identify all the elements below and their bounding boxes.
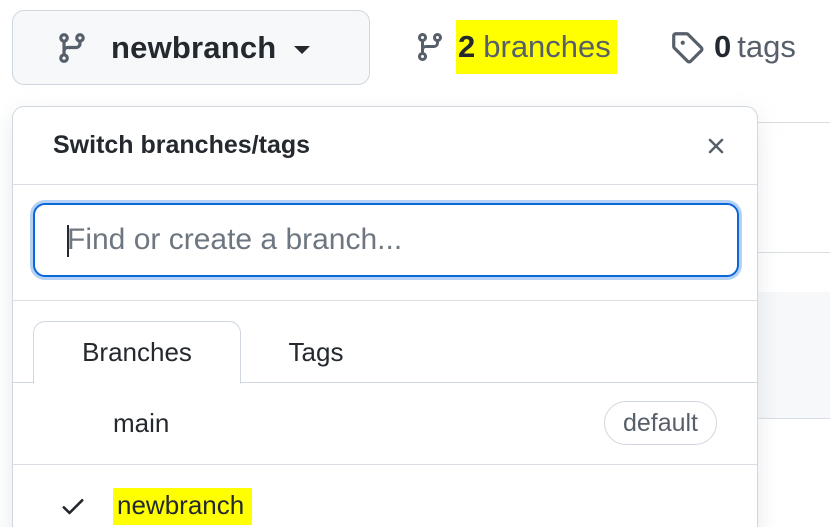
tags-count: 0 <box>714 29 732 64</box>
branch-name: main <box>113 408 170 438</box>
branch-item-main[interactable]: main default <box>13 383 757 465</box>
triangle-down-icon <box>294 45 311 54</box>
tags-label: tags <box>737 29 796 64</box>
popover-header: Switch branches/tags <box>13 107 757 185</box>
tab-branches[interactable]: Branches <box>33 321 241 384</box>
close-icon[interactable] <box>699 129 733 163</box>
tab-tags[interactable]: Tags <box>241 321 391 383</box>
text-cursor <box>67 225 69 257</box>
branches-count: 2 <box>458 29 476 64</box>
current-branch-label: newbranch <box>111 29 277 65</box>
branch-name: newbranch <box>113 487 253 525</box>
switch-branch-popover: Switch branches/tags Branches Tags main … <box>12 106 758 527</box>
branches-count-link[interactable]: 2 branches <box>412 20 617 74</box>
branch-selector-button[interactable]: newbranch <box>12 10 370 85</box>
tags-count-link[interactable]: 0 tags <box>668 20 796 74</box>
branch-tag-tabs: Branches Tags <box>13 301 757 384</box>
branch-list: main default newbranch <box>13 383 757 527</box>
branch-item-newbranch[interactable]: newbranch <box>13 465 757 527</box>
page: newbranch 2 branches 0 tags Switch branc… <box>0 0 830 527</box>
check-icon <box>55 491 91 521</box>
tag-icon <box>668 28 706 66</box>
branches-count-highlight: 2 branches <box>456 20 617 74</box>
git-branch-icon <box>412 29 448 65</box>
branches-label: branches <box>483 29 611 64</box>
branch-filter-area <box>13 185 757 301</box>
branch-search-input[interactable] <box>33 203 739 277</box>
git-branch-icon <box>53 29 91 67</box>
popover-title: Switch branches/tags <box>53 131 311 159</box>
default-badge: default <box>603 401 717 445</box>
